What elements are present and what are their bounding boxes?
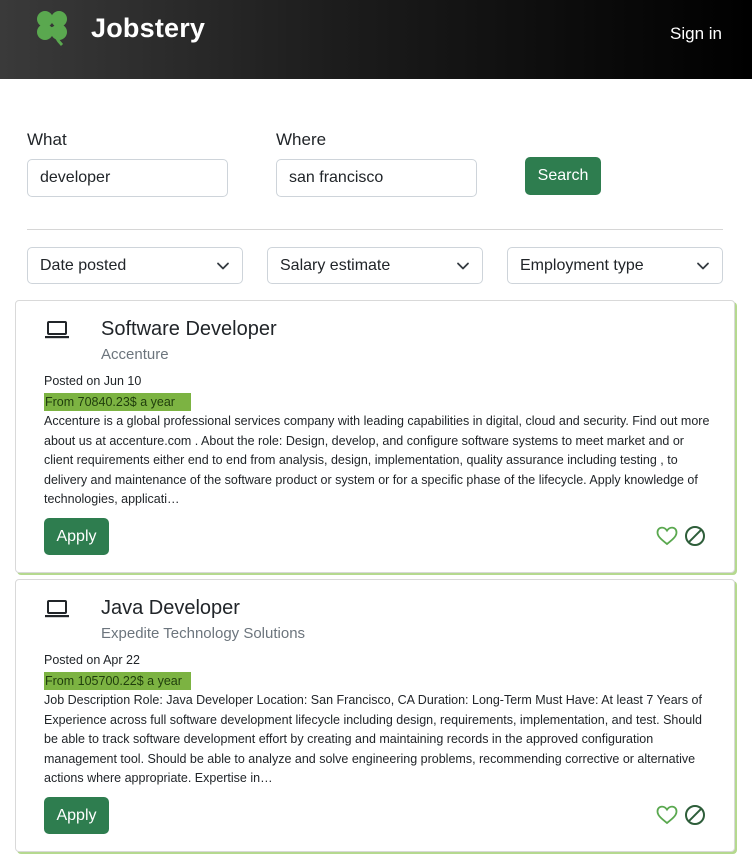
chevron-down-icon [457, 262, 469, 269]
job-card: Java Developer Expedite Technology Solut… [15, 579, 735, 852]
posted-date: Posted on Jun 10 [44, 374, 142, 388]
filter-label: Date posted [40, 256, 127, 274]
where-label: Where [276, 130, 327, 149]
laptop-icon [45, 321, 69, 339]
job-title[interactable]: Java Developer [101, 597, 240, 620]
what-label: What [27, 130, 67, 149]
clover-icon[interactable] [32, 7, 72, 47]
where-input[interactable] [276, 159, 477, 197]
brand-name[interactable]: Jobstery [91, 13, 205, 44]
posted-date: Posted on Apr 22 [44, 653, 140, 667]
job-title[interactable]: Software Developer [101, 318, 277, 341]
apply-button[interactable]: Apply [44, 518, 109, 555]
job-description: Job Description Role: Java Developer Loc… [44, 693, 702, 786]
chevron-down-icon [217, 262, 229, 269]
filter-label: Salary estimate [280, 256, 391, 274]
what-input[interactable] [27, 159, 228, 197]
filter-date-posted[interactable]: Date posted [27, 247, 243, 284]
apply-button[interactable]: Apply [44, 797, 109, 834]
top-navbar: Jobstery Sign in [0, 0, 752, 79]
company-name: Accenture [101, 346, 169, 363]
block-icon[interactable] [684, 525, 706, 547]
job-card: Software Developer Accenture Posted on J… [15, 300, 735, 573]
divider [27, 229, 723, 230]
salary-badge: From 105700.22$ a year [44, 672, 191, 690]
search-button[interactable]: Search [525, 157, 601, 195]
company-name: Expedite Technology Solutions [101, 625, 306, 642]
filter-salary-estimate[interactable]: Salary estimate [267, 247, 483, 284]
heart-icon[interactable] [656, 805, 678, 825]
sign-in-link[interactable]: Sign in [670, 24, 722, 44]
laptop-icon [45, 600, 69, 618]
heart-icon[interactable] [656, 526, 678, 546]
job-description: Accenture is a global professional servi… [44, 414, 710, 507]
filter-employment-type[interactable]: Employment type [507, 247, 723, 284]
filter-label: Employment type [520, 256, 644, 274]
block-icon[interactable] [684, 804, 706, 826]
salary-badge: From 70840.23$ a year [44, 393, 191, 411]
chevron-down-icon [697, 262, 709, 269]
